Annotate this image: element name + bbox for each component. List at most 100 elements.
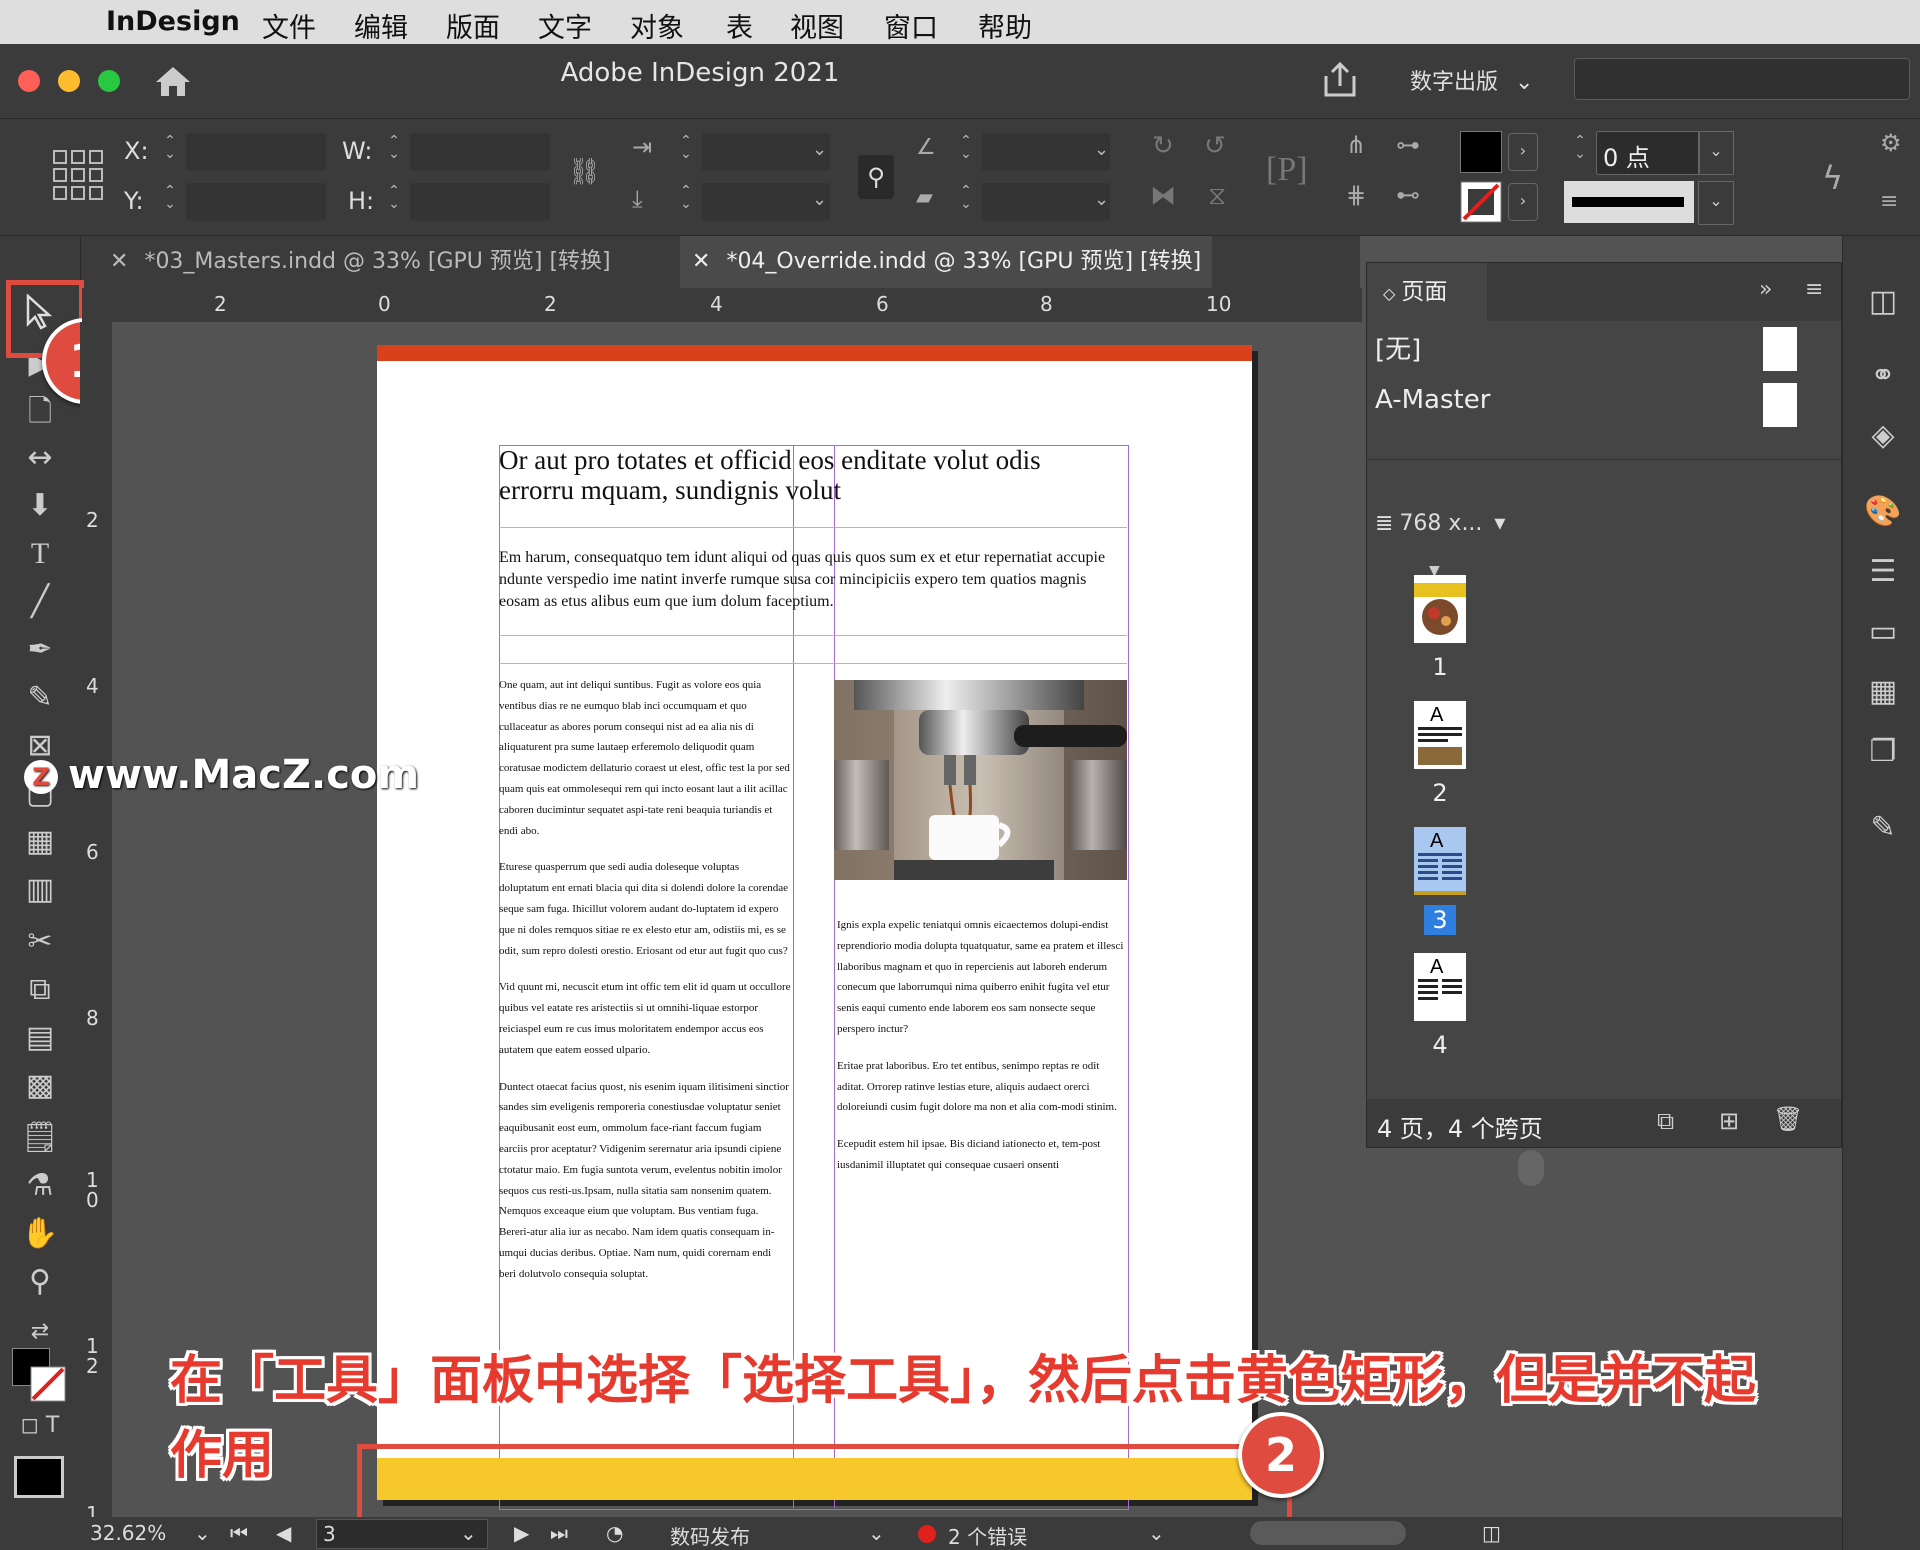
select-content-icon[interactable]: ⋕ [1346, 181, 1366, 209]
menu-file[interactable]: 文件 [262, 6, 316, 45]
previous-page-icon[interactable]: ◀ [276, 1521, 291, 1545]
page-2-thumbnail[interactable]: A [1414, 701, 1466, 769]
rotate-stepper[interactable]: ⌃ ⌄ [958, 134, 974, 165]
y-field[interactable] [186, 183, 326, 221]
menu-table[interactable]: 表 [726, 6, 753, 45]
panel-menu-icon[interactable]: ≡ [1805, 277, 1823, 302]
rotate-ccw-icon[interactable]: ↺ [1204, 131, 1226, 161]
first-page-icon[interactable]: ⏮ [230, 1521, 248, 1545]
h-stepper[interactable]: ⌃ ⌄ [386, 184, 402, 215]
effects-panel-icon[interactable]: ❐ [1863, 732, 1903, 772]
note-tool-icon[interactable]: 🗒 [14, 1116, 66, 1160]
screen-mode-icon[interactable] [14, 1456, 64, 1498]
document-page[interactable]: Or aut pro totates et officid eos endita… [377, 345, 1252, 1510]
table-tool-icon[interactable]: ▦ [14, 820, 66, 864]
stroke-weight-stepper[interactable]: ⌃ ⌄ [1572, 134, 1588, 165]
gap-tool-icon[interactable]: ↔ [14, 436, 66, 480]
stroke-weight-field[interactable]: 0 点 [1596, 131, 1700, 175]
rotate-cw-icon[interactable]: ↻ [1152, 131, 1174, 161]
workspace-switcher[interactable]: 数字出版 ⌄ [1410, 64, 1533, 96]
shear-field[interactable] [982, 183, 1110, 221]
hand-tool-icon[interactable]: ✋ [14, 1212, 66, 1256]
tab-04-override[interactable]: ✕ *04_Override.indd @ 33% [GPU 预览] [转换] [680, 236, 1212, 288]
chevron-right-icon[interactable]: › [1508, 183, 1538, 221]
menu-edit[interactable]: 编辑 [354, 6, 408, 45]
chevron-down-icon[interactable]: ⌄ [1094, 139, 1109, 160]
master-none[interactable]: [无] [1375, 329, 1421, 366]
intro-paragraph[interactable]: Em harum, consequatquo tem idunt aliqui … [499, 547, 1119, 613]
chevron-down-icon[interactable]: ⌄ [1698, 131, 1734, 175]
swatches-panel-icon[interactable]: ▦ [1863, 672, 1903, 712]
zoom-level[interactable]: 32.62% [90, 1521, 166, 1545]
eyedropper-tool-icon[interactable]: ⚗ [14, 1164, 66, 1208]
gradient-feather-tool-icon[interactable]: ▩ [14, 1064, 66, 1108]
trash-icon[interactable]: 🗑 [1773, 1105, 1803, 1133]
fill-swatch[interactable] [1460, 131, 1502, 173]
flip-horizontal-icon[interactable]: ⧓ [1150, 181, 1176, 211]
menu-app-name[interactable]: InDesign [106, 6, 240, 37]
scale-y-stepper[interactable]: ⌃ ⌄ [678, 184, 694, 215]
menu-window[interactable]: 窗口 [884, 6, 938, 45]
body-column-2[interactable]: Ignis expla expelic teniatqui omnis eica… [837, 915, 1129, 1192]
chevron-down-icon[interactable]: ⌄ [1148, 1521, 1165, 1545]
flip-vertical-icon[interactable]: ⧖ [1208, 181, 1226, 212]
horizontal-scrollbar-thumb[interactable] [1250, 1521, 1406, 1545]
y-stepper[interactable]: ⌃ ⌄ [162, 184, 178, 215]
preflight-icon[interactable]: ◔ [606, 1521, 623, 1545]
gradient-swatch-tool-icon[interactable]: ▤ [14, 1016, 66, 1060]
page-3-thumbnail[interactable]: A [1414, 827, 1466, 895]
chevron-down-icon[interactable]: ⌄ [812, 189, 827, 210]
link-scale-icon[interactable]: ⚲ [858, 155, 894, 199]
error-count[interactable]: 2 个错误 [948, 1521, 1027, 1550]
close-icon[interactable]: ✕ [692, 249, 710, 274]
search-input[interactable] [1574, 58, 1910, 100]
type-tool-icon[interactable]: T [14, 532, 66, 576]
chevron-down-icon[interactable]: ⌄ [868, 1521, 885, 1545]
next-page-icon[interactable]: ▶ [514, 1521, 529, 1545]
share-icon[interactable] [1322, 62, 1358, 98]
menu-layout[interactable]: 版面 [446, 6, 500, 45]
page-4-thumbnail[interactable]: A [1414, 953, 1466, 1021]
preflight-profile[interactable]: 数码发布 [670, 1521, 750, 1550]
w-stepper[interactable]: ⌃ ⌄ [386, 134, 402, 165]
w-field[interactable] [410, 133, 550, 171]
espresso-machine-photo[interactable] [834, 680, 1127, 880]
color-panel-icon[interactable]: 🎨 [1863, 492, 1903, 532]
panel-menu-icon[interactable]: ≡ [1880, 189, 1898, 214]
stroke-panel-icon[interactable]: ☰ [1863, 552, 1903, 592]
menu-type[interactable]: 文字 [538, 6, 592, 45]
menu-object[interactable]: 对象 [630, 6, 684, 45]
menu-view[interactable]: 视图 [790, 6, 844, 45]
rotate-field[interactable] [982, 133, 1110, 171]
close-icon[interactable]: ✕ [110, 249, 128, 274]
select-next-icon[interactable]: ⊷ [1396, 181, 1420, 209]
x-stepper[interactable]: ⌃ ⌄ [162, 134, 178, 165]
formatting-affects-icon[interactable]: ◻ T [14, 1404, 66, 1448]
chevron-down-icon[interactable]: ⌄ [460, 1521, 477, 1545]
menu-help[interactable]: 帮助 [978, 6, 1032, 45]
pages-panel-icon[interactable]: ◫ [1863, 282, 1903, 322]
chevron-down-icon[interactable]: ⌄ [1094, 189, 1109, 210]
properties-panel-icon[interactable]: ✎ [1863, 808, 1903, 848]
vertical-scrollbar-thumb[interactable] [1518, 1150, 1544, 1186]
zoom-tool-icon[interactable]: ⚲ [14, 1260, 66, 1304]
chevron-right-icon[interactable]: › [1508, 133, 1538, 171]
stroke-none-swatch[interactable] [1460, 181, 1502, 223]
line-tool-icon[interactable]: ╱ [14, 580, 66, 624]
expand-panel-icon[interactable]: » [1759, 277, 1772, 302]
content-collector-icon[interactable]: ⬇ [14, 484, 66, 528]
chevron-down-icon[interactable]: ⌄ [812, 139, 827, 160]
h-field[interactable] [410, 183, 550, 221]
scale-x-field[interactable] [702, 133, 830, 171]
constrain-proportions-icon[interactable]: ⛓ [568, 157, 601, 187]
select-previous-icon[interactable]: ⊶ [1396, 131, 1420, 159]
tab-03-masters[interactable]: ✕ *03_Masters.indd @ 33% [GPU 预览] [转换] [110, 236, 670, 288]
stroke-type-selector[interactable] [1564, 181, 1694, 223]
pen-tool-icon[interactable]: ✒ [14, 628, 66, 672]
gear-icon[interactable]: ⚙ [1880, 129, 1902, 157]
grid-tool-icon[interactable]: ▥ [14, 868, 66, 912]
links-panel-icon[interactable]: ⚭ [1863, 356, 1903, 396]
pencil-tool-icon[interactable]: ✎ [14, 676, 66, 720]
select-container-icon[interactable]: ⋔ [1346, 131, 1366, 159]
headline-text[interactable]: Or aut pro totates et officid eos endita… [499, 445, 1099, 505]
